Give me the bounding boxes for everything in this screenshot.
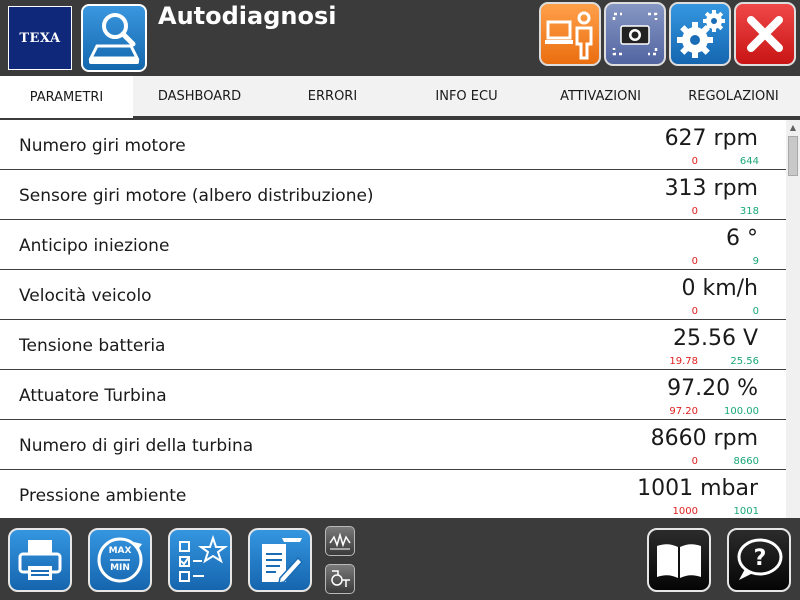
close-icon bbox=[747, 16, 783, 52]
min-label: MIN bbox=[110, 563, 130, 573]
max-min-reset-button[interactable]: MAX MIN bbox=[88, 528, 152, 592]
parameter-name: Numero giri motore bbox=[19, 136, 186, 156]
network-settings-icon bbox=[331, 570, 350, 587]
tab-attivazioni[interactable]: ATTIVAZIONI bbox=[534, 76, 667, 116]
parameter-value: 25.56 V bbox=[672, 326, 758, 351]
parameter-min: 19.78 bbox=[669, 356, 698, 367]
parameter-min: 0 bbox=[691, 206, 698, 217]
tab-parametri[interactable]: PARAMETRI bbox=[0, 76, 133, 118]
svg-text:?: ? bbox=[754, 546, 767, 571]
parameter-min: 1000 bbox=[672, 506, 698, 517]
signal-graph-icon bbox=[329, 532, 351, 550]
print-button[interactable] bbox=[8, 528, 72, 592]
parameter-max: 8660 bbox=[733, 456, 759, 467]
logo-text: TEXA bbox=[19, 30, 61, 46]
parameter-value: 1001 mbar bbox=[637, 476, 758, 501]
max-label: MAX bbox=[108, 546, 132, 556]
tab-info-ecu[interactable]: INFO ECU bbox=[399, 76, 534, 116]
scroll-up-arrow-icon[interactable]: ▲ bbox=[786, 120, 800, 134]
report-edit-icon bbox=[262, 538, 304, 584]
parameter-value: 313 rpm bbox=[664, 176, 758, 201]
parameter-min: 0 bbox=[691, 156, 698, 167]
parameter-name: Pressione ambiente bbox=[19, 486, 187, 506]
header-bar: TEXA Autodiagnosi bbox=[0, 0, 800, 76]
parameter-value: 97.20 % bbox=[667, 376, 758, 401]
parameter-max: 9 bbox=[752, 256, 759, 267]
parameter-name: Tensione batteria bbox=[19, 336, 166, 356]
parameter-list[interactable]: Numero giri motore 627 rpm 0 644 Sensore… bbox=[0, 120, 786, 518]
manual-button[interactable] bbox=[647, 528, 711, 592]
person-laptop-icon bbox=[545, 11, 593, 60]
tab-errori[interactable]: ERRORI bbox=[266, 76, 399, 116]
tab-dashboard[interactable]: DASHBOARD bbox=[133, 76, 266, 116]
footer-toolbar: MAX MIN ? bbox=[0, 518, 800, 600]
parameter-min: 0 bbox=[691, 456, 698, 467]
parameter-row[interactable]: Attuatore Turbina 97.20 % 97.20 100.00 bbox=[0, 370, 786, 420]
parameter-name: Numero di giri della turbina bbox=[19, 436, 254, 456]
help-icon: ? bbox=[737, 538, 783, 580]
parameter-name: Anticipo iniezione bbox=[19, 236, 170, 256]
parameter-min: 0 bbox=[691, 256, 698, 267]
parameter-value: 0 km/h bbox=[681, 276, 758, 301]
parameter-min: 0 bbox=[691, 306, 698, 317]
parameter-row[interactable]: Velocità veicolo 0 km/h 0 0 bbox=[0, 270, 786, 320]
scroll-thumb[interactable] bbox=[788, 136, 798, 176]
parameter-row[interactable]: Anticipo iniezione 6 ° 0 9 bbox=[0, 220, 786, 270]
checklist-button[interactable] bbox=[168, 528, 232, 592]
network-settings-button[interactable] bbox=[325, 564, 355, 594]
gear-icon bbox=[677, 10, 725, 58]
parameter-max: 318 bbox=[739, 206, 759, 217]
parameter-row[interactable]: Numero di giri della turbina 8660 rpm 0 … bbox=[0, 420, 786, 470]
parameter-value: 6 ° bbox=[726, 226, 758, 251]
close-button[interactable] bbox=[734, 2, 796, 66]
parameter-row[interactable]: Pressione ambiente 1001 mbar 1000 1001 bbox=[0, 470, 786, 518]
screenshot-button[interactable] bbox=[604, 2, 666, 66]
parameter-value: 8660 rpm bbox=[650, 426, 758, 451]
max-min-reset-icon bbox=[97, 537, 143, 583]
parameter-row[interactable]: Tensione batteria 25.56 V 19.78 25.56 bbox=[0, 320, 786, 370]
printer-icon bbox=[18, 540, 62, 580]
parameter-row[interactable]: Sensore giri motore (albero distribuzion… bbox=[0, 170, 786, 220]
vertical-scrollbar[interactable]: ▲ bbox=[786, 120, 800, 518]
checklist-star-icon bbox=[179, 534, 229, 582]
person-laptop-button[interactable] bbox=[539, 2, 601, 66]
parameter-max: 100.00 bbox=[724, 406, 759, 417]
tab-bar: PARAMETRI DASHBOARD ERRORI INFO ECU ATTI… bbox=[0, 76, 800, 120]
parameter-max: 1001 bbox=[733, 506, 759, 517]
camera-screenshot-icon bbox=[612, 12, 658, 56]
parameter-max: 25.56 bbox=[730, 356, 759, 367]
parameter-name: Velocità veicolo bbox=[19, 286, 152, 306]
parameter-name: Sensore giri motore (albero distribuzion… bbox=[19, 186, 374, 206]
help-button[interactable]: ? bbox=[727, 528, 791, 592]
parameter-row[interactable]: Numero giri motore 627 rpm 0 644 bbox=[0, 120, 786, 170]
manual-book-icon bbox=[657, 544, 701, 578]
tab-regolazioni[interactable]: REGOLAZIONI bbox=[667, 76, 800, 116]
search-car-icon[interactable] bbox=[81, 4, 147, 72]
parameter-name: Attuatore Turbina bbox=[19, 386, 167, 406]
parameter-max: 0 bbox=[752, 306, 759, 317]
page-title: Autodiagnosi bbox=[158, 2, 337, 30]
signal-graph-button[interactable] bbox=[325, 526, 355, 556]
parameter-min: 97.20 bbox=[669, 406, 698, 417]
parameter-value: 627 rpm bbox=[664, 126, 758, 151]
settings-button[interactable] bbox=[669, 2, 731, 66]
report-edit-button[interactable] bbox=[248, 528, 312, 592]
parameter-max: 644 bbox=[739, 156, 759, 167]
texa-logo: TEXA bbox=[8, 6, 72, 70]
